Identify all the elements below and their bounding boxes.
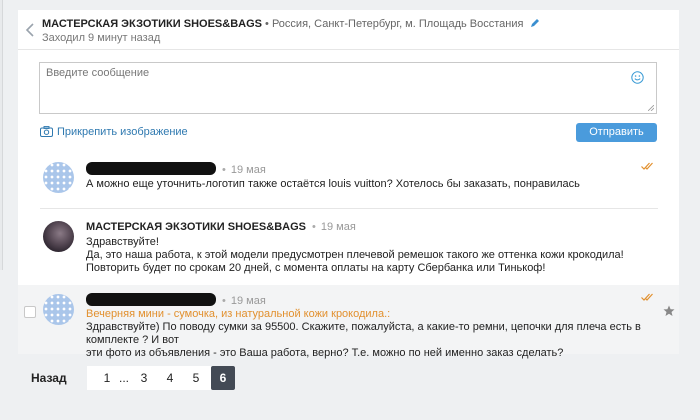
message-text: Здравствуйте! Да, это наша работа, к это… [86,236,624,274]
star-icon[interactable] [663,305,675,317]
conversation-header: МАСТЕРСКАЯ ЭКЗОТИКИ SHOES&BAGS • Россия,… [18,10,679,50]
message-author[interactable]: МАСТЕРСКАЯ ЭКЗОТИКИ SHOES&BAGS [86,221,306,233]
avatar[interactable] [43,221,74,252]
resize-handle-icon[interactable] [648,105,654,111]
message-author-line: 19 мая [86,162,266,176]
message-box [39,62,657,114]
attach-image-link[interactable]: Прикрепить изображение [40,126,188,138]
last-seen: Заходил 9 минут назад [42,32,161,44]
camera-icon [40,126,53,137]
message-checkbox[interactable] [24,306,36,318]
attach-image-label: Прикрепить изображение [57,126,188,138]
divider [40,208,658,209]
page-6-current[interactable]: 6 [211,366,235,390]
pencil-icon[interactable] [530,18,540,28]
back-arrow-icon[interactable] [24,22,36,38]
listing-link[interactable]: Вечерняя мини - сумочка, из натуральной … [86,308,390,320]
page-4[interactable]: 4 [158,366,182,390]
double-check-icon [641,293,653,301]
message-text: А можно еще уточнить-логотип также остаё… [86,178,580,190]
page-list: 1 ... 3 4 5 6 [87,366,235,390]
message-date: 19 мая [222,295,266,307]
page-5[interactable]: 5 [184,366,208,390]
message-text: Здравствуйте) По поводу сумки за 95500. … [86,321,641,359]
seller-name[interactable]: МАСТЕРСКАЯ ЭКЗОТИКИ SHOES&BAGS [42,18,262,30]
double-check-icon [641,162,653,170]
left-panel-edge [0,0,3,270]
prev-page-button[interactable]: Назад [31,371,67,385]
conversation-panel: МАСТЕРСКАЯ ЭКЗОТИКИ SHOES&BAGS • Россия,… [18,10,679,359]
avatar[interactable] [43,294,74,325]
header-title-line: МАСТЕРСКАЯ ЭКЗОТИКИ SHOES&BAGS • Россия,… [42,18,540,30]
message-author-line: МАСТЕРСКАЯ ЭКЗОТИКИ SHOES&BAGS 19 мая [86,221,356,233]
message-input[interactable] [40,63,656,113]
message-date: 19 мая [312,221,356,233]
send-button[interactable]: Отправить [576,123,657,142]
seller-location: • Россия, Санкт-Петербург, м. Площадь Во… [265,18,524,30]
page-3[interactable]: 3 [132,366,156,390]
pagination: Назад 1 ... 3 4 5 6 [0,363,700,393]
redacted-author-name [86,293,216,306]
message-date: 19 мая [222,164,266,176]
redacted-author-name [86,162,216,175]
avatar[interactable] [43,162,74,193]
smiley-icon[interactable] [631,71,644,84]
message-author-line: 19 мая [86,293,266,307]
